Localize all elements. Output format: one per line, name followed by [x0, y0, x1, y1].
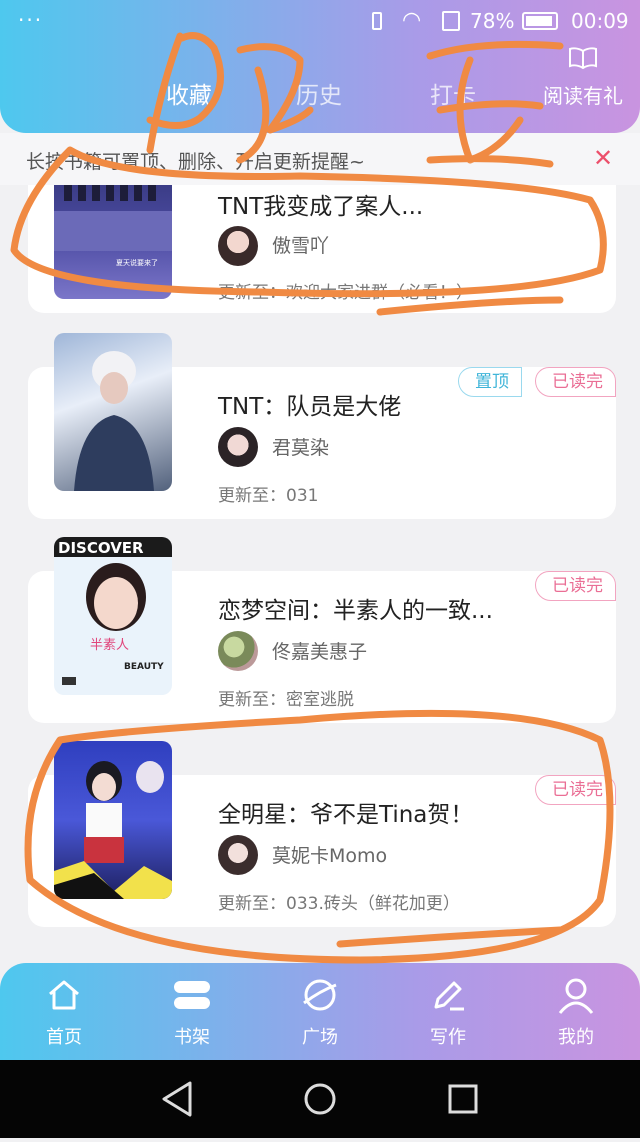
book-update: 更新至：密室逃脱 [218, 690, 354, 710]
battery-icon [522, 12, 558, 30]
book-author: 莫妮卡Momo [272, 845, 388, 867]
nav-bookshelf[interactable]: 书架 [147, 975, 237, 1049]
nav-square-label: 广场 [302, 1027, 338, 1048]
book-author: 君莫染 [272, 437, 330, 459]
top-header: ··· ◠ 78% 00:09 收藏 历史 打卡 阅读有礼 [0, 0, 640, 133]
cover-title: 半素人 [90, 638, 129, 653]
nav-square[interactable]: 广场 [275, 975, 365, 1049]
tip-text: 长按书籍可置顶、删除、开启更新提醒~ [26, 151, 365, 173]
book-cover[interactable]: 夏天说要来了 [54, 185, 172, 299]
status-bar: ··· ◠ 78% 00:09 [0, 0, 640, 44]
avatar [218, 835, 258, 875]
system-nav-bar [0, 1060, 640, 1138]
book-update: 更新至：033.砖头（鲜花加更） [218, 894, 460, 914]
nav-bookshelf-label: 书架 [174, 1027, 210, 1048]
reading-gift-button[interactable]: 阅读有礼 [538, 46, 628, 109]
book-author: 傲雪吖 [272, 235, 330, 257]
wifi-icon: ◠ [402, 8, 422, 33]
read-finished-badge: 已读完 [535, 775, 616, 805]
cover-caption: 夏天说要来了 [116, 258, 158, 267]
recents-icon[interactable] [448, 1084, 478, 1114]
sim-icon [442, 11, 460, 31]
nav-home-label: 首页 [46, 1027, 82, 1048]
clock: 00:09 [571, 9, 629, 33]
back-icon[interactable] [162, 1081, 192, 1117]
book-card[interactable]: 夏天说要来了 TNT我变成了案人... 傲雪吖 更新至：欢迎大家进群（必看！） [28, 185, 616, 313]
home-icon [19, 975, 109, 1015]
battery-percent: 78% [470, 9, 515, 33]
book-title: TNT我变成了案人... [218, 194, 424, 220]
nav-me-label: 我的 [558, 1027, 594, 1048]
book-card[interactable]: DISCOVER 半素人 BEAUTY 已读完 恋梦空间：半素人的一致... 佟… [28, 537, 616, 723]
book-update: 更新至：欢迎大家进群（必看！） [218, 283, 473, 303]
open-book-icon [538, 46, 628, 76]
tab-checkin[interactable]: 打卡 [430, 76, 476, 110]
avatar [218, 226, 258, 266]
book-cover[interactable]: DISCOVER 半素人 BEAUTY [54, 537, 172, 695]
vibrate-icon [372, 12, 382, 30]
planet-icon [275, 975, 365, 1015]
user-icon [531, 975, 621, 1015]
nav-me[interactable]: 我的 [531, 975, 621, 1049]
book-update: 更新至：031 [218, 486, 319, 506]
book-card[interactable]: 已读完 全明星：爷不是Tina贺！ 莫妮卡Momo 更新至：033.砖头（鲜花加… [28, 741, 616, 927]
cover-masthead: DISCOVER [58, 539, 144, 557]
read-finished-badge: 已读完 [535, 571, 616, 601]
notification-dots: ··· [18, 8, 44, 32]
pen-icon [403, 975, 493, 1015]
bookshelf-icon [147, 975, 237, 1015]
avatar [218, 427, 258, 467]
book-cover[interactable] [54, 741, 172, 899]
read-finished-badge: 已读完 [535, 367, 616, 397]
home-circle-icon[interactable] [304, 1083, 336, 1115]
reading-gift-label: 阅读有礼 [543, 84, 623, 108]
close-icon[interactable]: ✕ [593, 144, 613, 172]
book-title: 恋梦空间：半素人的一致... [218, 598, 493, 624]
pinned-badge: 置顶 [458, 367, 522, 397]
book-title: TNT：队员是大佬 [218, 394, 402, 420]
book-title: 全明星：爷不是Tina贺！ [218, 802, 474, 828]
cover-subtitle: BEAUTY [124, 662, 164, 672]
bottom-nav: 首页 书架 广场 写作 我的 [0, 963, 640, 1060]
bookshelf-list[interactable]: 夏天说要来了 TNT我变成了案人... 傲雪吖 更新至：欢迎大家进群（必看！） … [0, 185, 640, 963]
nav-write[interactable]: 写作 [403, 975, 493, 1049]
tab-history[interactable]: 历史 [296, 76, 342, 110]
book-cover[interactable] [54, 333, 172, 491]
tab-favorites[interactable]: 收藏 [166, 76, 212, 110]
book-author: 佟嘉美惠子 [272, 641, 368, 663]
avatar [218, 631, 258, 671]
nav-home[interactable]: 首页 [19, 975, 109, 1049]
book-card[interactable]: 置顶 已读完 TNT：队员是大佬 君莫染 更新至：031 [28, 333, 616, 519]
tip-bar: 长按书籍可置顶、删除、开启更新提醒~ ✕ [0, 133, 640, 185]
nav-write-label: 写作 [430, 1027, 466, 1048]
